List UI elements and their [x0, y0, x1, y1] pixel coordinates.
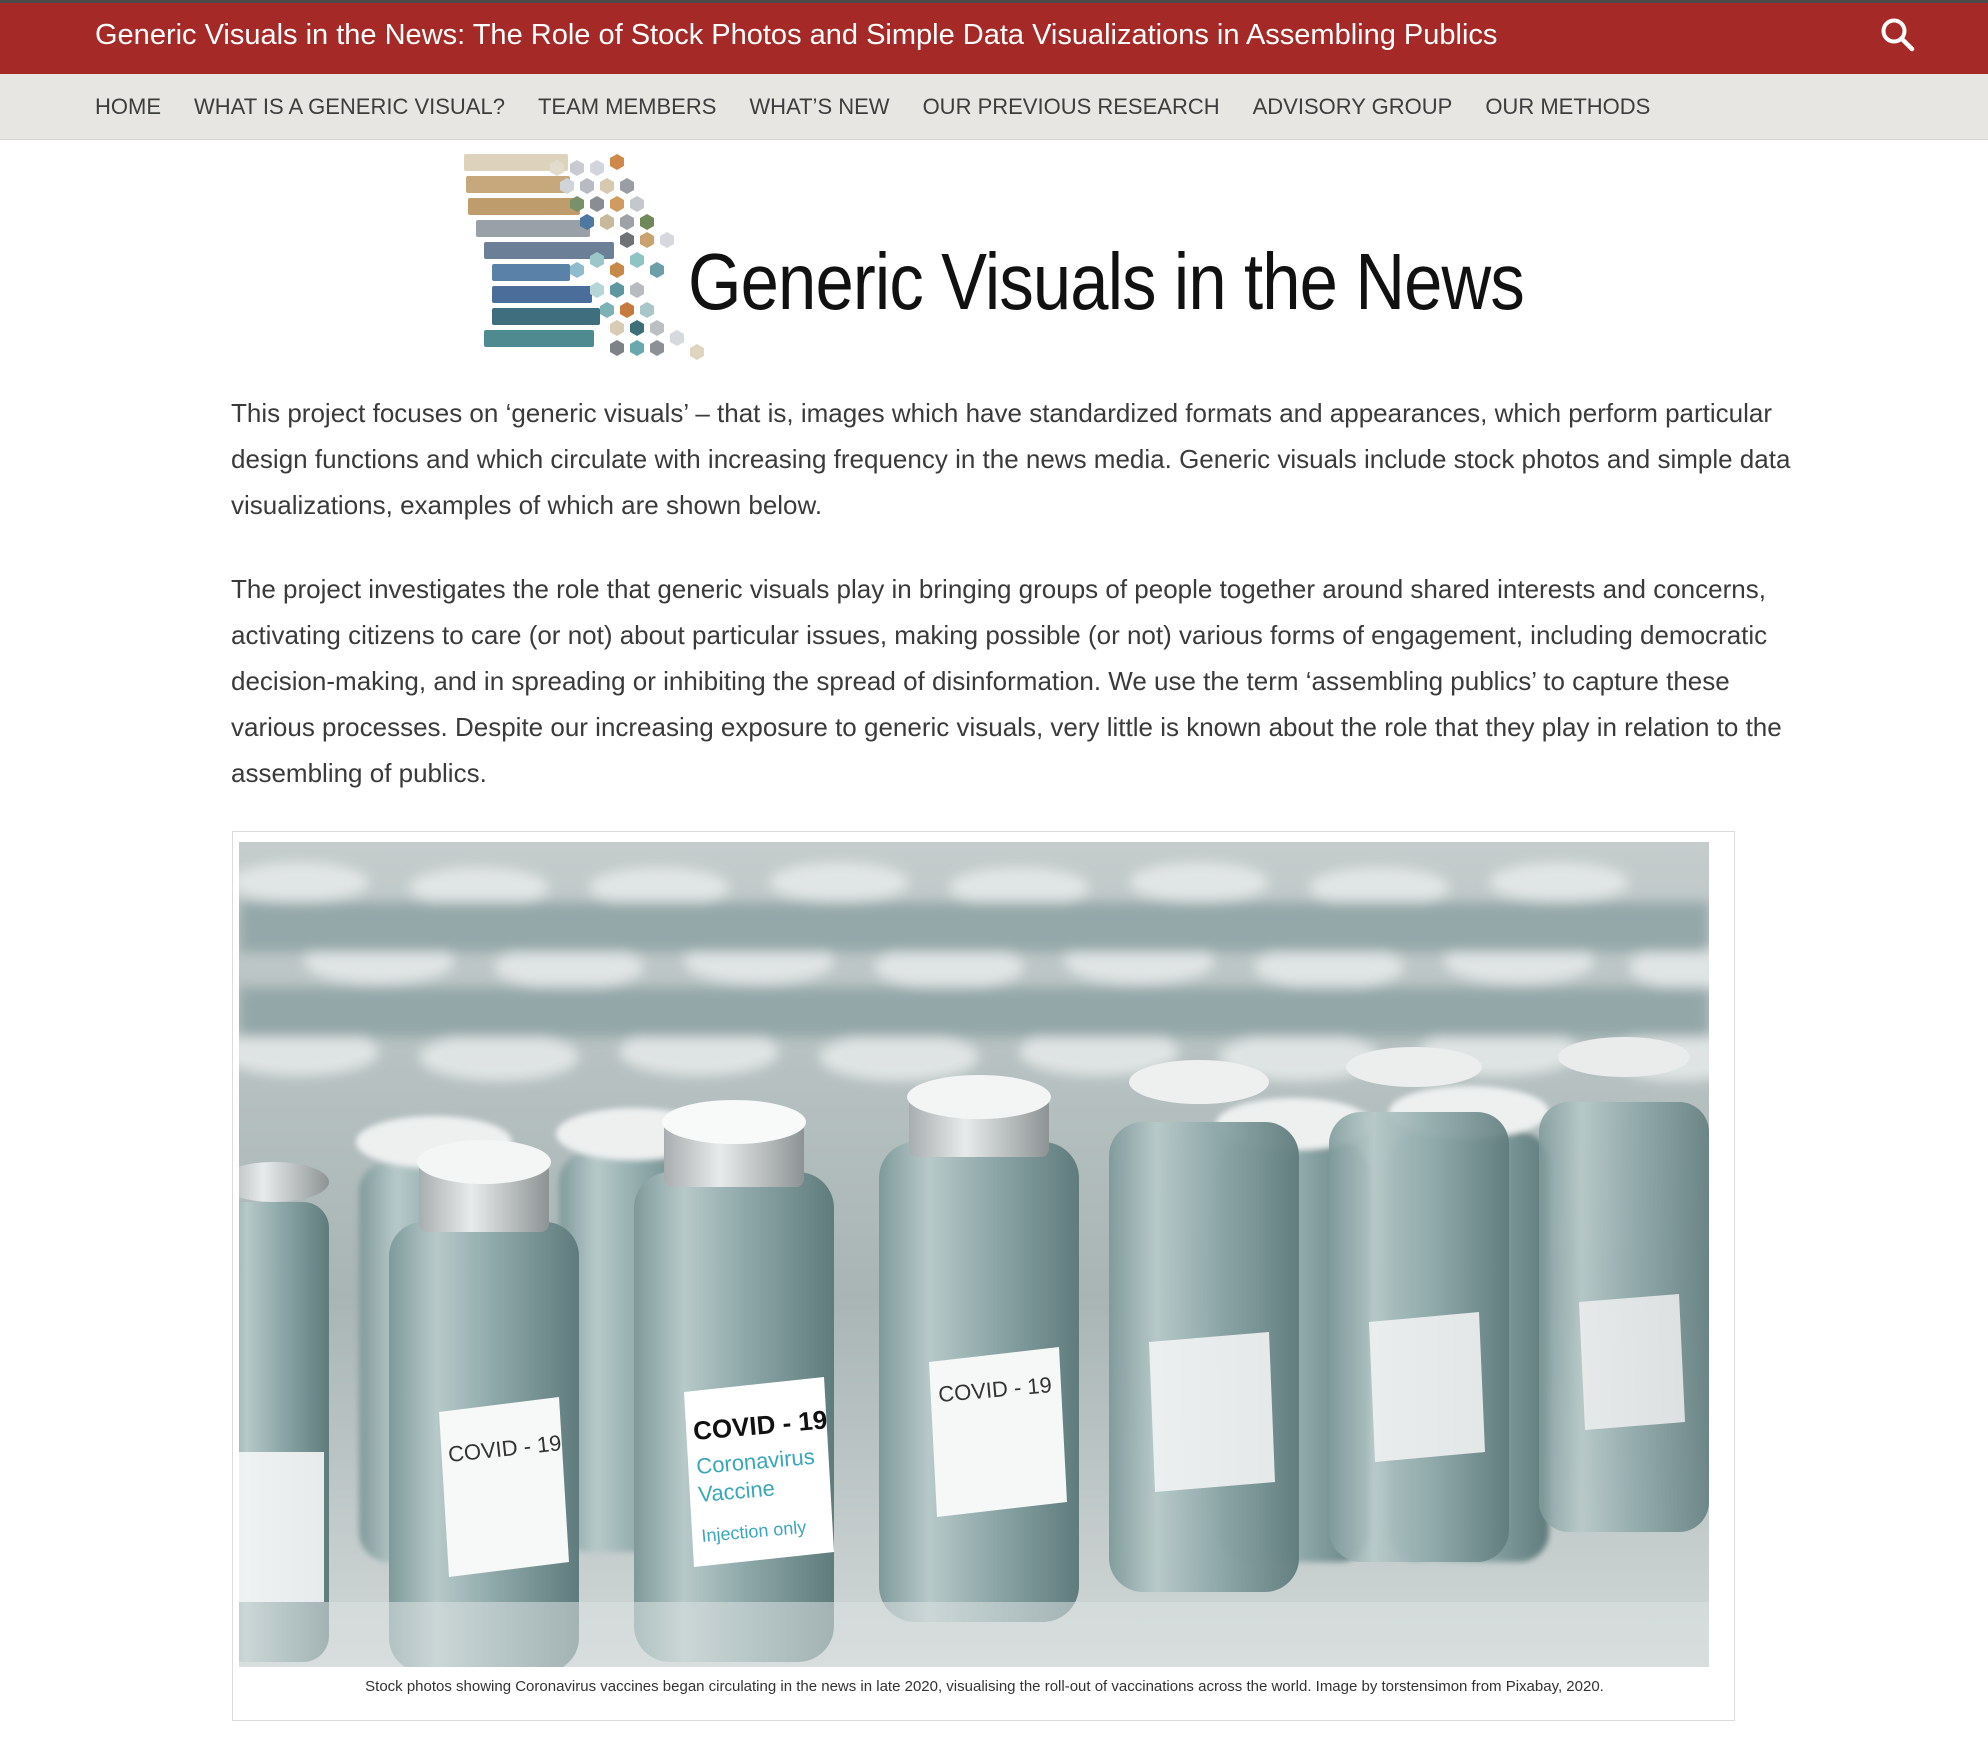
site-logo: Generic Visuals in the News	[462, 148, 1562, 368]
nav-item-what-is-generic-visual[interactable]: WHAT IS A GENERIC VISUAL?	[194, 94, 505, 120]
vaccine-figure: COVID - 19 COVID - 19 Coronavirus Vaccin…	[232, 831, 1735, 1721]
figure-caption: Stock photos showing Coronavirus vaccine…	[365, 1678, 1604, 1695]
nav-item-previous-research[interactable]: OUR PREVIOUS RESEARCH	[923, 94, 1220, 120]
vaccine-vials-photo: COVID - 19 COVID - 19 Coronavirus Vaccin…	[239, 842, 1709, 1667]
nav-list: HOME WHAT IS A GENERIC VISUAL? TEAM MEMB…	[95, 94, 1650, 120]
nav-item-our-methods[interactable]: OUR METHODS	[1485, 94, 1650, 120]
nav-item-whats-new[interactable]: WHAT’S NEW	[749, 94, 889, 120]
main-nav: HOME WHAT IS A GENERIC VISUAL? TEAM MEMB…	[0, 74, 1988, 140]
project-paragraph: The project investigates the role that g…	[231, 574, 1782, 788]
search-button[interactable]	[1876, 13, 1920, 57]
intro-paragraph: This project focuses on ‘generic visuals…	[231, 398, 1791, 520]
nav-item-home[interactable]: HOME	[95, 94, 161, 120]
search-icon	[1881, 18, 1915, 52]
logo-text: Generic Visuals in the News	[688, 237, 1525, 326]
nav-item-advisory-group[interactable]: ADVISORY GROUP	[1253, 94, 1453, 120]
nav-item-team-members[interactable]: TEAM MEMBERS	[538, 94, 716, 120]
site-header: Generic Visuals in the News: The Role of…	[0, 3, 1988, 74]
site-title[interactable]: Generic Visuals in the News: The Role of…	[95, 19, 1497, 52]
vials-illustration: COVID - 19 COVID - 19 Coronavirus Vaccin…	[239, 842, 1709, 1667]
